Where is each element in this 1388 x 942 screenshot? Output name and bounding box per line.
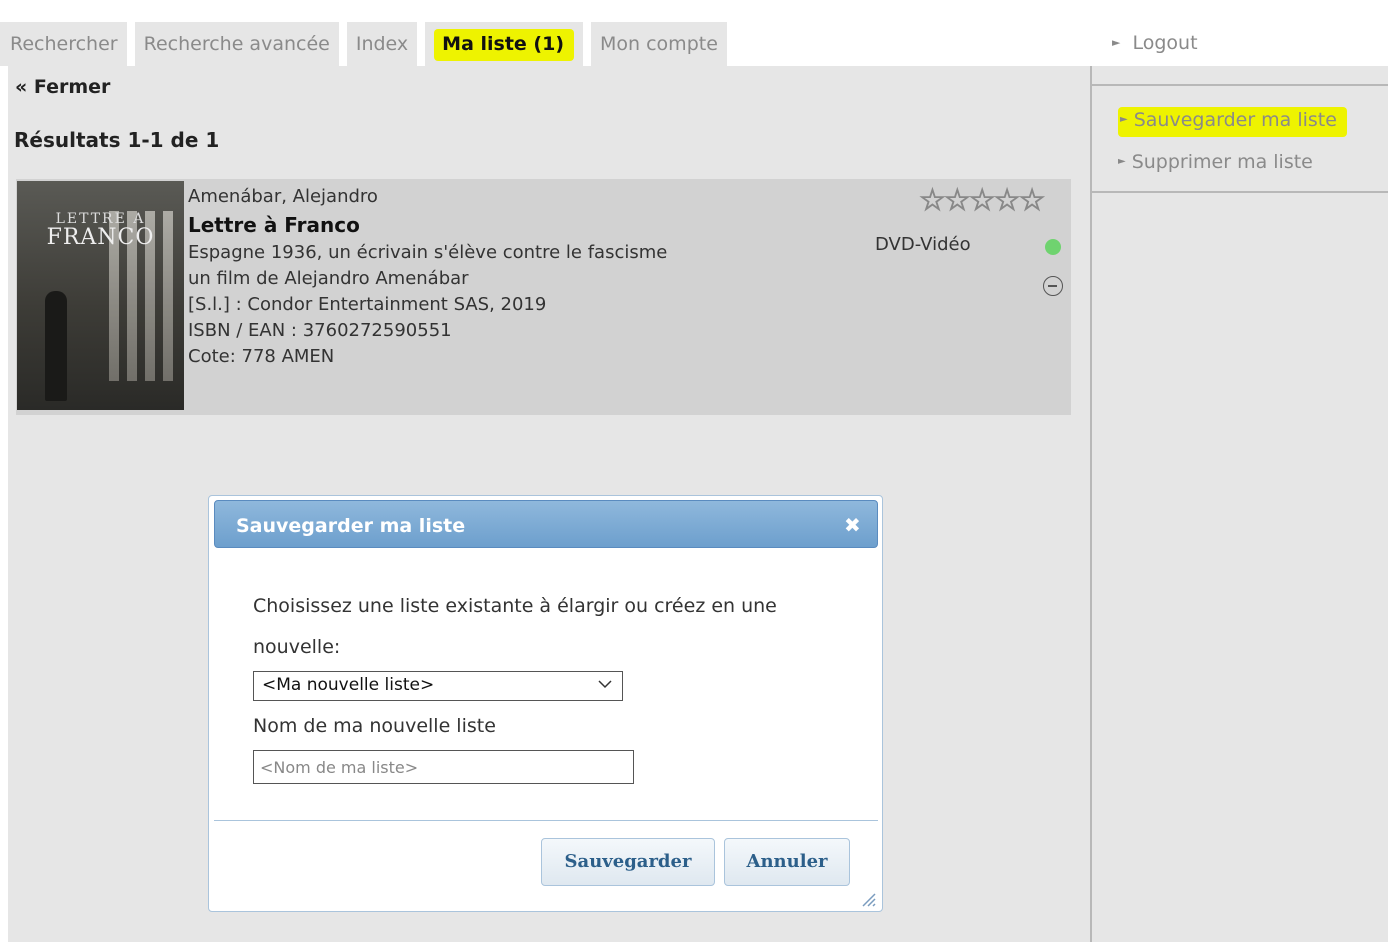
- result-isbn: ISBN / EAN : 3760272590551: [188, 320, 452, 341]
- tab-search[interactable]: Rechercher: [0, 22, 127, 66]
- result-publisher: [S.l.] : Condor Entertainment SAS, 2019: [188, 294, 547, 315]
- result-format: DVD-Vidéo: [875, 234, 971, 255]
- triangle-right-icon: ►: [1118, 156, 1126, 167]
- list-select-value: <Ma nouvelle liste>: [262, 675, 435, 695]
- list-name-label: Nom de ma nouvelle liste: [253, 715, 496, 737]
- cover-image[interactable]: LETTRE A FRANCO: [17, 181, 184, 410]
- result-subtitle: Espagne 1936, un écrivain s'élève contre…: [188, 242, 668, 263]
- logout-link[interactable]: ► Logout: [1112, 32, 1198, 54]
- logout-label: Logout: [1132, 32, 1198, 54]
- save-list-label: Sauvegarder ma liste: [1133, 109, 1337, 131]
- rating-stars[interactable]: ☆☆☆☆☆: [918, 183, 1045, 219]
- sidebar-links: ► Sauvegarder ma liste ► Supprimer ma list…: [1118, 104, 1347, 188]
- dialog-body: Choisissez une liste existante à élargir…: [253, 586, 853, 668]
- save-list-link[interactable]: ► Sauvegarder ma liste: [1118, 104, 1347, 146]
- remove-from-list-icon[interactable]: [1043, 276, 1063, 296]
- triangle-right-icon: ►: [1120, 114, 1128, 125]
- availability-dot-icon: [1045, 239, 1061, 255]
- list-select[interactable]: <Ma nouvelle liste>: [253, 671, 623, 701]
- cover-title-line2: FRANCO: [46, 225, 155, 250]
- side-panel: [1090, 66, 1388, 942]
- save-list-dialog: Sauvegarder ma liste ✖ Choisissez une li…: [208, 495, 883, 912]
- result-row: LETTRE A FRANCO Amenábar, Alejandro Lett…: [16, 179, 1071, 415]
- list-name-input[interactable]: [253, 750, 634, 784]
- tab-my-list-label: Ma liste (1): [434, 29, 575, 61]
- tab-my-account[interactable]: Mon compte: [591, 22, 727, 66]
- save-button[interactable]: Sauvegarder: [541, 838, 715, 886]
- close-link[interactable]: « Fermer: [15, 76, 110, 98]
- result-credit: un film de Alejandro Amenábar: [188, 268, 469, 289]
- dialog-title: Sauvegarder ma liste: [236, 515, 466, 537]
- result-shelf: Cote: 778 AMEN: [188, 346, 335, 367]
- result-title[interactable]: Lettre à Franco: [188, 210, 667, 240]
- cancel-button[interactable]: Annuler: [724, 838, 850, 886]
- tab-my-list[interactable]: Ma liste (1): [425, 22, 584, 66]
- triangle-right-icon: ►: [1112, 36, 1121, 49]
- nav-tabs: Rechercher Recherche avancée Index Ma li…: [0, 22, 727, 66]
- tab-advanced-search[interactable]: Recherche avancée: [134, 22, 339, 66]
- sidebar-divider: [1090, 66, 1388, 86]
- delete-list-link[interactable]: ► Supprimer ma liste: [1118, 146, 1347, 188]
- result-info: Amenábar, Alejandro Lettre à Franco Espa…: [188, 184, 667, 370]
- result-author: Amenábar, Alejandro: [188, 186, 378, 207]
- chevron-down-icon: [598, 677, 612, 693]
- resize-handle-icon[interactable]: [857, 888, 877, 908]
- dialog-prompt: Choisissez une liste existante à élargir…: [253, 595, 777, 658]
- dialog-divider: [214, 820, 878, 821]
- tab-index[interactable]: Index: [346, 22, 418, 66]
- sidebar-divider: [1092, 191, 1388, 193]
- delete-list-label: Supprimer ma liste: [1131, 151, 1313, 173]
- close-icon[interactable]: ✖: [844, 513, 861, 537]
- dialog-header[interactable]: Sauvegarder ma liste ✖: [214, 500, 878, 548]
- results-title: Résultats 1-1 de 1: [14, 128, 220, 152]
